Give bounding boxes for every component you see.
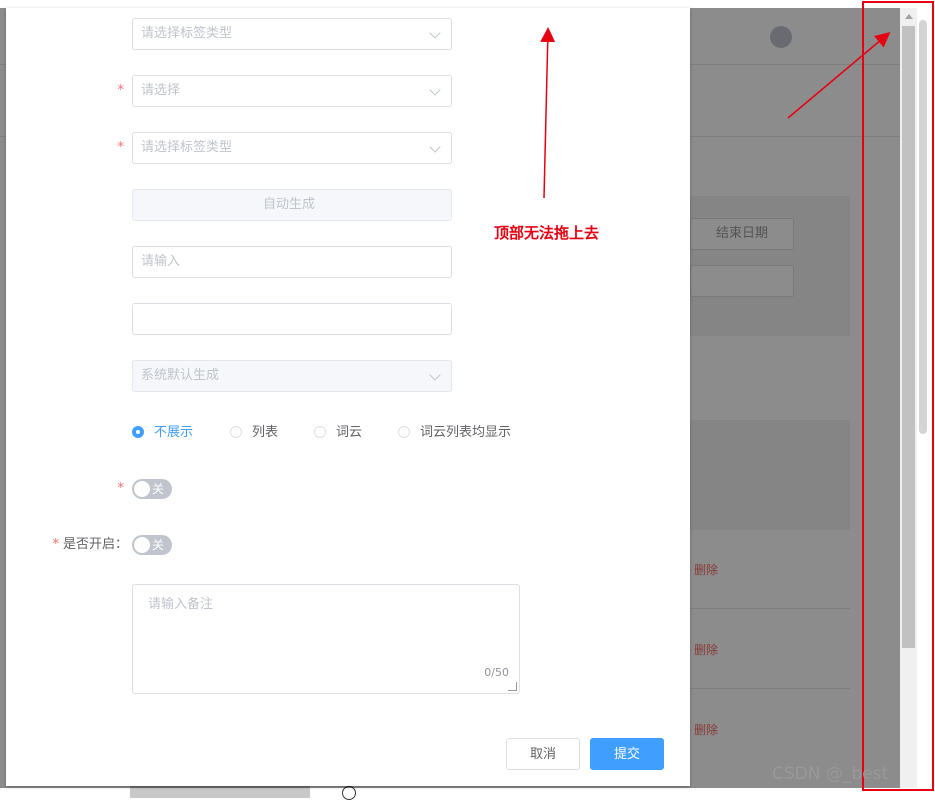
annotation-note: 顶部无法拖上去 (494, 224, 600, 242)
watermark: CSDN @_best (772, 764, 889, 784)
annotation-arrow-up (540, 27, 556, 199)
annotation-arrows (540, 27, 891, 199)
annotation-highlight-box (862, 1, 934, 791)
